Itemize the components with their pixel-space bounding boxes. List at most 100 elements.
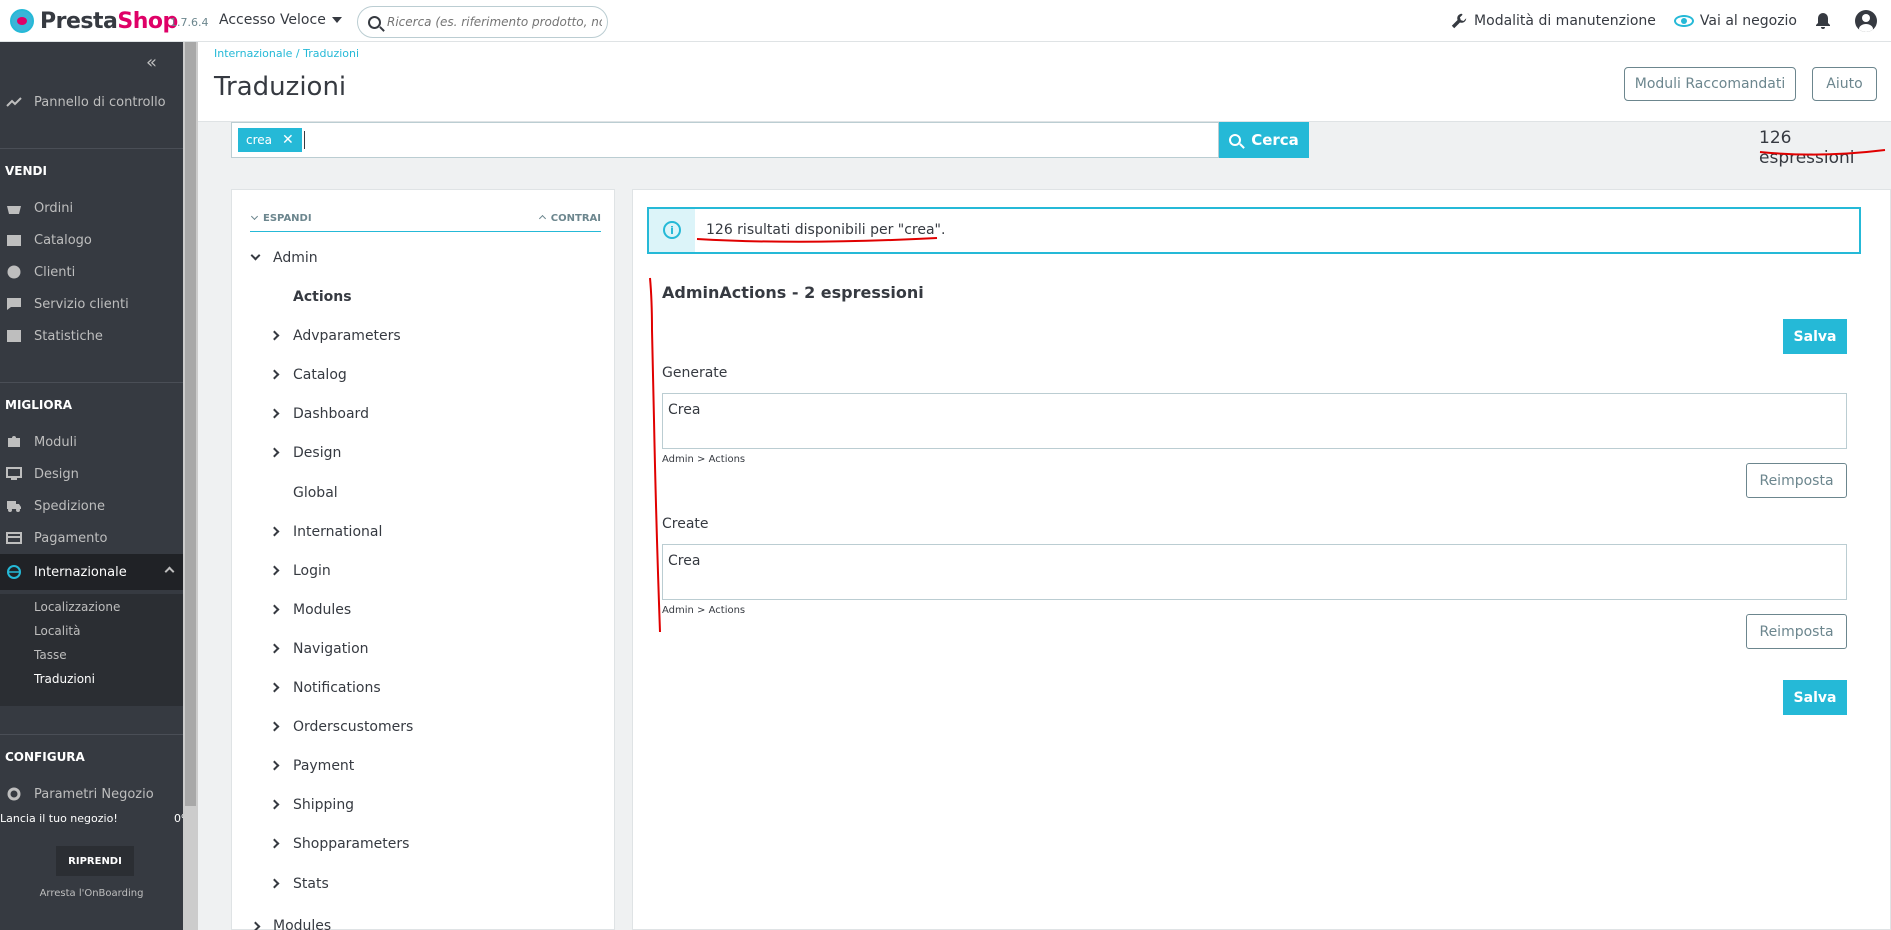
sidebar-item-label: Clienti	[34, 264, 76, 280]
recommended-modules-button[interactable]: Moduli Raccomandati	[1624, 67, 1796, 101]
account-icon[interactable]	[1855, 10, 1877, 32]
puzzle-icon	[8, 436, 20, 447]
divider	[0, 148, 183, 149]
tree-node-modules[interactable]: Modules	[273, 918, 331, 930]
quick-access-dropdown[interactable]: Accesso Veloce	[219, 12, 342, 28]
sidebar-item-stats[interactable]: Statistiche	[0, 322, 183, 350]
submenu-item-localization[interactable]: Localizzazione	[34, 600, 120, 614]
sidebar-item-catalog[interactable]: Catalogo	[0, 226, 183, 254]
term-label: Create	[662, 516, 709, 532]
tree-node[interactable]: Login	[293, 563, 331, 579]
tree-node[interactable]: Advparameters	[293, 328, 401, 344]
tree-node[interactable]: Payment	[293, 758, 354, 774]
sidebar-item-label: Parametri Negozio	[34, 786, 154, 802]
sidebar-item-label: Pagamento	[34, 530, 108, 546]
chat-icon	[7, 298, 21, 310]
sidebar-item-label: Statistiche	[34, 328, 103, 344]
sidebar-item-customer-service[interactable]: Servizio clienti	[0, 290, 183, 318]
sidebar-item-label: Design	[34, 466, 79, 482]
submenu-item-taxes[interactable]: Tasse	[34, 648, 67, 662]
collapse-sidebar-icon[interactable]: «	[146, 52, 157, 73]
sidebar-item-payment[interactable]: Pagamento	[0, 524, 183, 552]
sidebar-item-label: Moduli	[34, 434, 77, 450]
trending-icon	[6, 97, 22, 107]
collapse-all-button[interactable]: CONTRAI	[538, 213, 601, 224]
close-icon[interactable]: ✕	[282, 132, 294, 148]
sidebar-item-shop-parameters[interactable]: Parametri Negozio	[0, 780, 183, 808]
view-shop-link[interactable]: Vai al negozio	[1673, 13, 1797, 29]
chevron-down-icon	[250, 212, 259, 221]
sidebar-item-customers[interactable]: Clienti	[0, 258, 183, 286]
section-title-configura: CONFIGURA	[5, 750, 85, 764]
translation-field[interactable]: Crea	[662, 544, 1847, 600]
user-circle-icon	[7, 265, 21, 279]
term-path: Admin > Actions	[662, 454, 746, 465]
expand-label: ESPANDI	[263, 213, 312, 224]
sidebar-item-design[interactable]: Design	[0, 460, 183, 488]
prestashop-logo[interactable]: PrestaShop	[10, 6, 178, 36]
store-icon	[7, 235, 21, 246]
sidebar-item-label: Ordini	[34, 200, 74, 216]
tree-node[interactable]: International	[293, 524, 382, 540]
reset-button[interactable]: Reimposta	[1746, 463, 1847, 498]
tree-node[interactable]: Dashboard	[293, 406, 369, 422]
info-alert: i 126 risultati disponibili per "crea".	[647, 207, 1861, 254]
prestashop-logo-icon	[10, 9, 34, 33]
tree-node[interactable]: Design	[293, 445, 341, 461]
sidebar-item-international[interactable]: Internazionale	[0, 554, 183, 590]
reset-button[interactable]: Reimposta	[1746, 614, 1847, 649]
bell-icon[interactable]	[1815, 12, 1831, 30]
resume-onboarding-button[interactable]: RIPRENDI	[56, 846, 134, 876]
submenu-item-locations[interactable]: Località	[34, 624, 81, 638]
section-title-migliora: MIGLIORA	[5, 398, 73, 412]
search-tag[interactable]: crea ✕	[238, 128, 302, 152]
expand-all-button[interactable]: ESPANDI	[250, 212, 312, 224]
sidebar-item-dashboard[interactable]: Pannello di controllo	[0, 88, 183, 116]
tree-node[interactable]: Global	[293, 485, 338, 501]
tree-node[interactable]: Stats	[293, 876, 329, 892]
sidebar-item-orders[interactable]: Ordini	[0, 194, 183, 222]
section-title-vendi: VENDI	[5, 164, 47, 178]
domain-title: AdminActions - 2 espressioni	[662, 283, 924, 302]
search-button-label: Cerca	[1251, 131, 1299, 149]
view-shop-label: Vai al negozio	[1699, 13, 1797, 29]
tree-node[interactable]: Notifications	[293, 680, 381, 696]
translation-field[interactable]: Crea	[662, 393, 1847, 449]
breadcrumb[interactable]: Internazionale / Traduzioni	[214, 47, 359, 60]
help-button[interactable]: Aiuto	[1812, 67, 1877, 101]
save-button[interactable]: Salva	[1783, 319, 1847, 354]
sidebar-item-label: Spedizione	[34, 498, 105, 514]
text-cursor	[304, 131, 305, 149]
sidebar-item-shipping[interactable]: Spedizione	[0, 492, 183, 520]
sidebar-item-label: Internazionale	[34, 564, 127, 580]
search-icon	[368, 15, 381, 29]
tree-node[interactable]: Shopparameters	[293, 836, 409, 852]
search-button[interactable]: Cerca	[1219, 122, 1309, 158]
search-input[interactable]	[387, 15, 602, 29]
tree-node[interactable]: Navigation	[293, 641, 369, 657]
onboarding-text: Lancia il tuo negozio!	[0, 812, 118, 825]
maintenance-link[interactable]: Modalità di manutenzione	[1450, 12, 1656, 30]
submenu-item-translations[interactable]: Traduzioni	[34, 672, 95, 686]
tree-node[interactable]: Shipping	[293, 797, 354, 813]
tree-node[interactable]: Orderscustomers	[293, 719, 413, 735]
divider	[0, 382, 183, 383]
wrench-icon	[1451, 13, 1467, 29]
stop-onboarding-link[interactable]: Arresta l'OnBoarding	[0, 888, 183, 899]
save-button[interactable]: Salva	[1783, 680, 1847, 715]
eye-icon	[1673, 15, 1694, 27]
info-text: 126 risultati disponibili per "crea".	[706, 222, 946, 238]
tree-node-admin[interactable]: Admin	[273, 250, 318, 266]
header-search[interactable]	[357, 6, 608, 38]
version-label: 1.7.6.4	[170, 16, 209, 29]
tree-node[interactable]: Actions	[293, 289, 352, 305]
sidebar-scrollbar-thumb[interactable]	[185, 42, 196, 806]
sidebar-item-modules[interactable]: Moduli	[0, 428, 183, 456]
translation-tree: ESPANDI CONTRAI	[231, 189, 615, 930]
tree-node[interactable]: Catalog	[293, 367, 347, 383]
tree-node[interactable]: Modules	[293, 602, 351, 618]
translation-search-input[interactable]: crea ✕	[231, 122, 1219, 158]
search-tag-label: crea	[246, 133, 273, 147]
collapse-label: CONTRAI	[550, 213, 601, 224]
sidebar-item-label: Servizio clienti	[34, 296, 129, 312]
